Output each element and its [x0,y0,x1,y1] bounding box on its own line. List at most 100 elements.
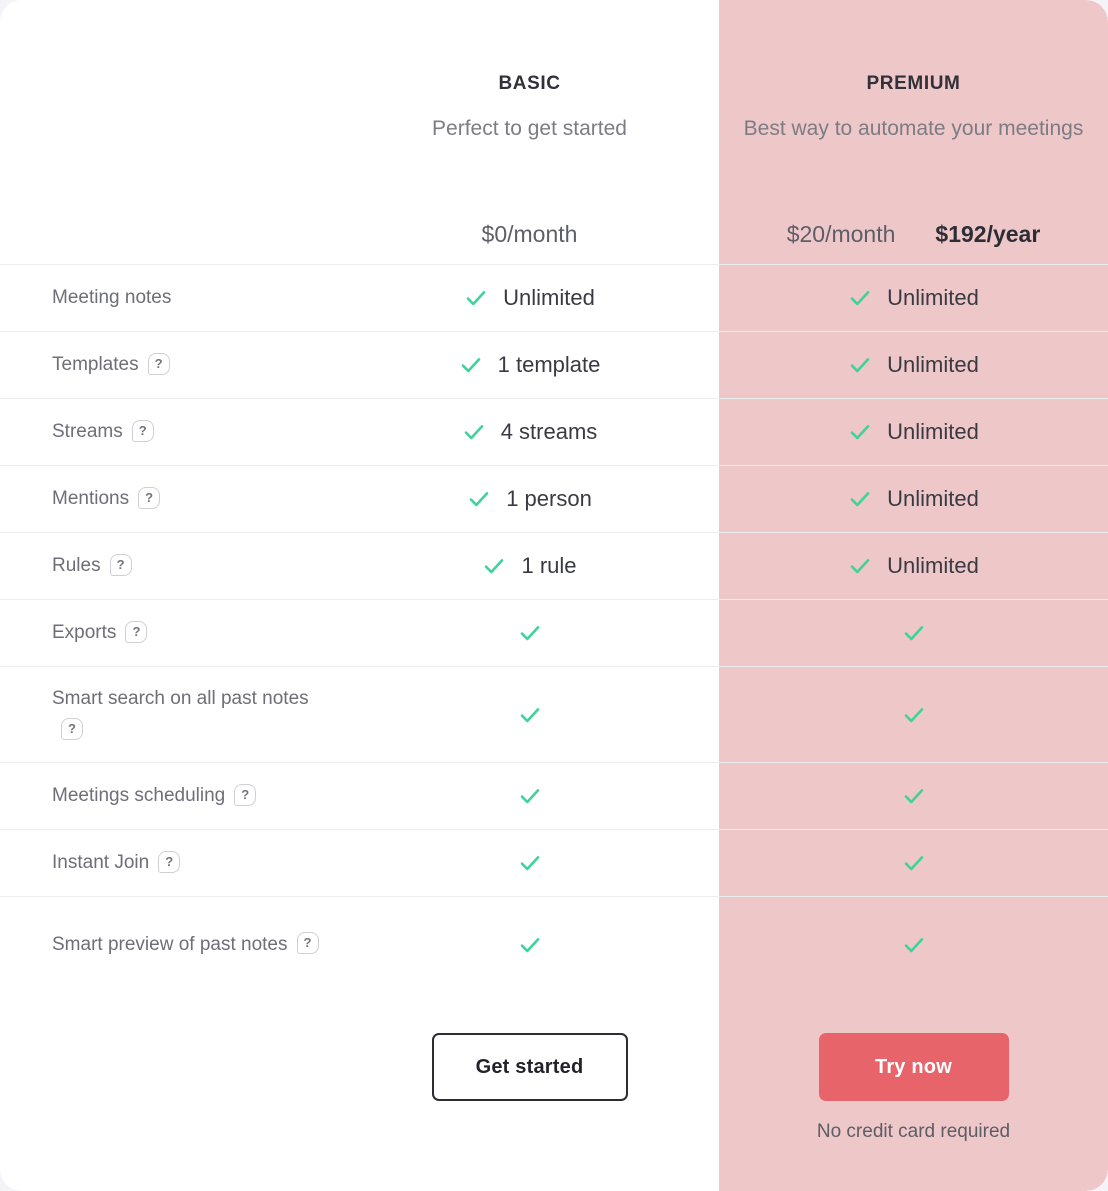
try-now-button[interactable]: Try now [818,1033,1009,1101]
feature-value-premium: Unlimited [719,353,1108,377]
feature-value-text: Unlimited [887,419,979,444]
feature-value-premium [719,784,1108,808]
check-icon [467,487,491,511]
plan-price-monthly-premium: $20/month [786,221,896,247]
plan-name-premium: PREMIUM [866,73,961,94]
table-row: Smart preview of past notes? [0,896,1108,992]
plan-column-basic-header: BASIC Perfect to get started $0/month [340,0,719,264]
feature-value-premium [719,933,1108,957]
feature-value-text: Unlimited [887,486,979,511]
pricing-table: BASIC Perfect to get started $0/month PR… [0,0,1108,1191]
plan-tagline-basic: Perfect to get started [432,117,627,140]
feature-label-cell: Mentions? [0,483,340,515]
get-started-button[interactable]: Get started [431,1033,628,1101]
feature-label-cell: Smart preview of past notes? [0,929,340,961]
feature-label: Mentions [52,488,130,509]
feature-value-basic: 1 rule [340,554,719,578]
feature-value-basic: 1 person [340,487,719,511]
help-icon[interactable]: ? [109,553,132,576]
check-icon [902,933,926,957]
cta-cell-premium: Try now No credit card required [719,1033,1108,1141]
help-icon[interactable]: ? [138,486,161,509]
table-row: Rules? 1 rule Unlimited [0,532,1108,599]
check-icon [464,286,488,310]
feature-value-premium: Unlimited [719,554,1108,578]
feature-value-text: 1 person [506,486,592,511]
feature-label-cell: Smart search on all past notes? [0,683,340,747]
feature-value-text: Unlimited [887,352,979,377]
feature-label: Streams [52,421,123,442]
help-icon[interactable]: ? [125,620,148,643]
check-icon [518,621,542,645]
feature-label-cell: Streams? [0,416,340,448]
feature-value-premium [719,703,1108,727]
table-row: Streams? 4 streams Unlimited [0,398,1108,465]
check-icon [459,353,483,377]
check-icon [848,554,872,578]
feature-value-premium: Unlimited [719,286,1108,310]
pricing-table-header: BASIC Perfect to get started $0/month PR… [0,0,1108,264]
header-feature-spacer [0,0,340,264]
feature-value-text: Unlimited [503,285,595,310]
feature-value-basic [340,621,719,645]
feature-value-basic: Unlimited [340,286,719,310]
feature-value-basic [340,703,719,727]
check-icon [848,487,872,511]
check-icon [902,621,926,645]
cta-cell-basic: Get started [340,1033,719,1101]
help-icon[interactable]: ? [147,352,170,375]
check-icon [518,784,542,808]
feature-value-text: 1 template [497,352,601,377]
feature-value-text: Unlimited [887,285,979,310]
help-icon[interactable]: ? [296,932,319,955]
feature-value-premium: Unlimited [719,420,1108,444]
check-icon [848,353,872,377]
table-row: Smart search on all past notes? [0,666,1108,762]
table-row: Meetings scheduling? [0,762,1108,829]
cta-note-premium: No credit card required [816,1121,1011,1142]
plan-price-monthly-basic: $0/month [481,221,578,247]
help-icon[interactable]: ? [158,850,181,873]
check-icon [848,420,872,444]
feature-label: Instant Join [52,852,150,873]
check-icon [518,703,542,727]
feature-label-cell: Instant Join? [0,847,340,879]
feature-value-basic [340,784,719,808]
plan-price-row-basic: $0/month [366,221,693,248]
feature-label: Smart search on all past notes [52,687,309,709]
feature-rows: Meeting notes Unlimited Unlimited Templates… [0,264,1108,992]
plan-price-row-premium: $20/month $192/year [737,221,1090,248]
feature-label: Smart preview of past notes [52,933,288,955]
table-row: Templates? 1 template Unlimited [0,331,1108,398]
check-icon [902,784,926,808]
feature-value-premium [719,621,1108,645]
feature-label: Meeting notes [52,287,172,308]
check-icon [902,851,926,875]
check-icon [462,420,486,444]
pricing-table-footer: Get started Try now No credit card requi… [0,992,1108,1191]
help-icon[interactable]: ? [234,783,257,806]
check-icon [482,554,506,578]
plan-name-basic: BASIC [498,73,561,94]
help-icon[interactable]: ? [131,419,154,442]
feature-value-text: 1 rule [521,553,577,578]
feature-value-basic: 1 template [340,353,719,377]
feature-label: Rules [52,555,101,576]
pricing-comparison-card: BASIC Perfect to get started $0/month PR… [0,0,1108,1191]
table-row: Mentions? 1 person Unlimited [0,465,1108,532]
feature-value-text: Unlimited [887,553,979,578]
feature-value-premium: Unlimited [719,487,1108,511]
check-icon [518,933,542,957]
feature-label: Exports [52,622,117,643]
feature-value-premium [719,851,1108,875]
feature-label-cell: Meeting notes [0,282,340,314]
feature-label-cell: Rules? [0,550,340,582]
table-row: Meeting notes Unlimited Unlimited [0,264,1108,331]
feature-label-cell: Exports? [0,617,340,649]
plan-column-premium-header: PREMIUM Best way to automate your meetin… [719,0,1108,264]
feature-value-basic [340,933,719,957]
feature-label-cell: Templates? [0,349,340,381]
help-icon[interactable]: ? [61,718,83,741]
table-row: Exports? [0,599,1108,666]
feature-value-basic: 4 streams [340,420,719,444]
